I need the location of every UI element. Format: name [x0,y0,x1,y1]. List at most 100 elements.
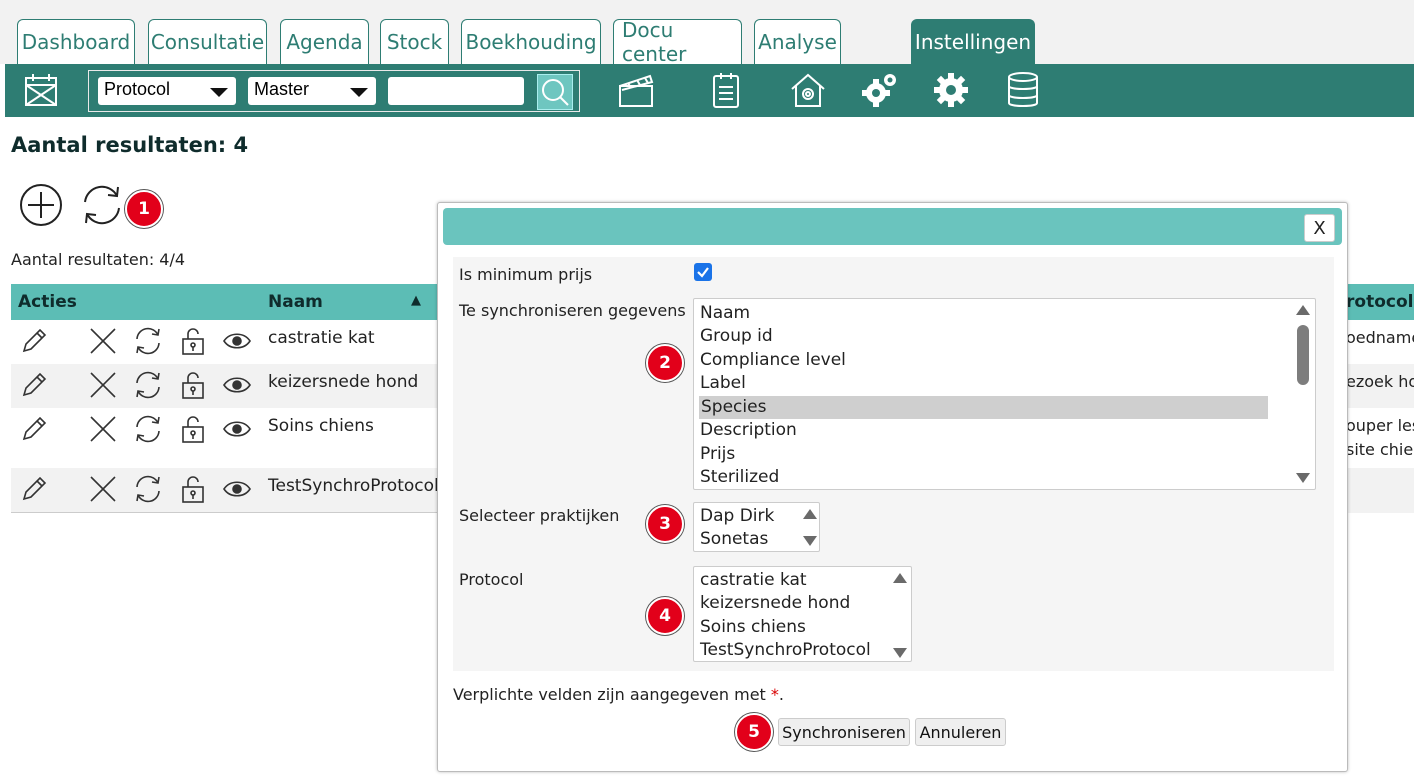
delete-icon[interactable] [88,370,118,400]
sync-data-listbox[interactable]: Naam Group id Compliance level Label Spe… [693,298,1316,490]
cancel-button[interactable]: Annuleren [915,718,1006,746]
sort-icon[interactable]: ▲ [411,293,421,308]
list-item[interactable]: Prijs [700,443,735,466]
unlock-icon[interactable] [178,370,208,400]
search-button[interactable] [537,74,573,110]
row-name: keizersnede hond [268,372,419,392]
practices-listbox[interactable]: Dap Dirk Sonetas [693,502,820,552]
mode-select[interactable]: Master [248,77,376,105]
list-item[interactable]: Label [700,372,746,395]
required-note-text: Verplichte velden zijn aangegeven met [453,685,766,704]
list-item[interactable]: Group id [700,325,773,348]
list-item-selected[interactable]: Species [699,396,1268,419]
sync-icon[interactable] [133,414,163,444]
tab-instellingen[interactable]: Instellingen [911,19,1035,64]
edit-icon[interactable] [19,326,49,356]
list-item[interactable]: Description [700,419,797,442]
list-item[interactable]: keizersnede hond [700,592,850,615]
sync-icon[interactable] [133,474,163,504]
step-badge-5: 5 [735,713,773,751]
list-item[interactable]: Naam [700,302,750,325]
tab-stock[interactable]: Stock [380,19,449,64]
unlock-icon[interactable] [178,326,208,356]
list-item[interactable]: Sonetas [700,528,768,551]
required-note-end: . [778,685,784,704]
required-note: Verplichte velden zijn aangegeven met *. [453,685,784,704]
gear-icon[interactable] [931,70,971,110]
search-icon [542,79,569,106]
calendar-icon[interactable] [21,70,61,110]
scrollbar-thumb[interactable] [1297,325,1309,385]
tab-agenda[interactable]: Agenda [280,19,369,64]
step-badge-4: 4 [646,597,684,635]
row-actions [19,326,259,358]
list-item[interactable]: castratie kat [700,569,807,592]
clipboard-icon[interactable] [706,70,746,110]
row-name: castratie kat [268,328,375,348]
house-gear-icon[interactable] [788,70,828,110]
chevron-down-icon [350,88,368,97]
edit-icon[interactable] [19,370,49,400]
eye-icon[interactable] [222,414,252,444]
synchronize-button[interactable]: Synchroniseren [778,718,910,746]
list-item[interactable]: Soins chiens [700,616,806,639]
sync-dialog: X Is minimum prijs Te synchroniseren geg… [437,202,1348,772]
min-price-checkbox[interactable] [694,263,712,281]
tab-analyse[interactable]: Analyse [754,19,841,64]
type-select-value: Protocol [104,79,171,99]
tab-consultatie[interactable]: Consultatie [148,19,267,64]
sync-icon[interactable] [133,326,163,356]
sync-data-label: Te synchroniseren gegevens [459,301,686,320]
eye-icon[interactable] [222,370,252,400]
tab-dashboard[interactable]: Dashboard [17,19,135,64]
type-select[interactable]: Protocol [98,77,236,105]
delete-icon[interactable] [88,326,118,356]
clapperboard-icon[interactable] [616,70,656,110]
database-icon[interactable] [1003,70,1043,110]
column-naam[interactable]: Naam [268,292,323,312]
delete-icon[interactable] [88,414,118,444]
eye-icon[interactable] [222,326,252,356]
chevron-down-icon [210,88,228,97]
delete-icon[interactable] [88,474,118,504]
list-item[interactable]: Dap Dirk [700,505,774,528]
list-item[interactable]: Compliance level [700,349,846,372]
mode-select-value: Master [254,79,310,99]
top-nav: Dashboard Consultatie Agenda Stock Boekh… [0,0,1414,66]
row-protocol: ouper les [1346,416,1414,435]
filter-bar: Protocol Master [88,70,580,112]
dialog-header: X [443,208,1342,245]
edit-icon[interactable] [19,474,49,504]
search-input[interactable] [388,77,524,105]
checkmark-icon [697,267,709,278]
row-actions [19,370,259,402]
step-badge-3: 3 [646,505,684,543]
protocol-label: Protocol [459,570,524,589]
scroll-up-icon[interactable] [803,509,817,519]
gears-icon[interactable] [860,70,900,110]
unlock-icon[interactable] [178,414,208,444]
scroll-down-icon[interactable] [803,536,817,546]
list-item[interactable]: TestSynchroProtocol [700,639,871,661]
tab-docu-center[interactable]: Docu center [613,18,742,66]
row-protocol-line2: site chien [1346,440,1414,459]
column-protocol: rotocol h [1346,292,1414,312]
refresh-icon[interactable] [79,182,125,228]
scroll-up-icon[interactable] [893,573,907,583]
tab-boekhouding[interactable]: Boekhouding [461,19,601,64]
edit-icon[interactable] [19,414,49,444]
step-badge-1: 1 [125,190,163,228]
list-item[interactable]: Sterilized [700,466,779,489]
eye-icon[interactable] [222,474,252,504]
close-button[interactable]: X [1304,214,1335,242]
row-name: Soins chiens [268,416,374,436]
row-protocol: ezoek ho [1346,372,1414,391]
row-actions [19,414,259,446]
scroll-down-icon[interactable] [893,648,907,658]
scroll-up-icon[interactable] [1296,305,1310,315]
protocol-listbox[interactable]: castratie kat keizersnede hond Soins chi… [693,566,912,662]
scroll-down-icon[interactable] [1296,473,1310,483]
sync-icon[interactable] [133,370,163,400]
add-icon[interactable] [18,182,64,228]
unlock-icon[interactable] [178,474,208,504]
